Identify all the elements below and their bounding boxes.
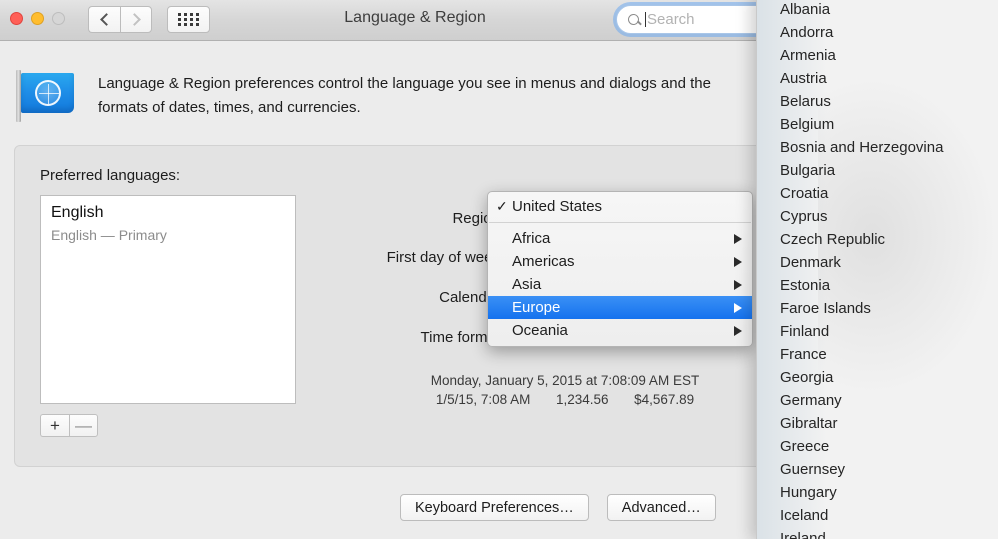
submenu-item[interactable]: France: [757, 343, 998, 366]
submenu-item[interactable]: Austria: [757, 67, 998, 90]
menu-item-oceania[interactable]: Oceania: [488, 319, 752, 342]
keyboard-preferences-button[interactable]: Keyboard Preferences…: [400, 494, 589, 521]
submenu-arrow-icon: [734, 302, 742, 313]
label-first-day-of-week: First day of week: [386, 249, 500, 266]
submenu-item[interactable]: Albania: [757, 0, 998, 21]
menu-separator: [489, 222, 751, 223]
advanced-button[interactable]: Advanced…: [606, 494, 716, 521]
submenu-arrow-icon: [734, 279, 742, 290]
submenu-arrow-icon: [734, 325, 742, 336]
submenu-item[interactable]: Guernsey: [757, 458, 998, 481]
format-preview-currency: $4,567.89: [634, 392, 695, 407]
format-preview: Monday, January 5, 2015 at 7:08:09 AM ES…: [315, 371, 815, 409]
submenu-item[interactable]: Bosnia and Herzegovina: [757, 136, 998, 159]
submenu-arrow-icon: [734, 256, 742, 267]
format-preview-number: 1,234.56: [555, 392, 609, 407]
add-language-button[interactable]: +: [40, 414, 69, 437]
system-preferences-window: Language & Region Search Language & Regi…: [0, 0, 998, 539]
menu-item-label: Africa: [512, 230, 551, 247]
preferences-description: Language & Region preferences control th…: [98, 75, 711, 116]
menu-item-united-states[interactable]: ✓ United States: [488, 195, 752, 218]
format-preview-short-date: 1/5/15, 7:08 AM: [435, 392, 531, 407]
menu-item-asia[interactable]: Asia: [488, 273, 752, 296]
region-popup-menu: ✓ United States Africa Americas Asia Eur…: [487, 191, 753, 347]
label-region: Region: [452, 210, 500, 227]
preferred-languages-label: Preferred languages:: [40, 167, 181, 184]
submenu-item[interactable]: Ireland: [757, 527, 998, 539]
menu-item-label: Europe: [512, 299, 561, 316]
add-remove-language-buttons: + —: [40, 414, 98, 437]
submenu-item[interactable]: Iceland: [757, 504, 998, 527]
submenu-item[interactable]: Croatia: [757, 182, 998, 205]
list-item-language-name[interactable]: English: [51, 204, 103, 222]
submenu-item[interactable]: Hungary: [757, 481, 998, 504]
submenu-item[interactable]: Armenia: [757, 44, 998, 67]
list-item-language-detail: English — Primary: [51, 227, 167, 243]
submenu-arrow-icon: [734, 233, 742, 244]
submenu-item[interactable]: Belarus: [757, 90, 998, 113]
submenu-item[interactable]: Bulgaria: [757, 159, 998, 182]
submenu-item[interactable]: Germany: [757, 389, 998, 412]
submenu-item[interactable]: Greece: [757, 435, 998, 458]
label-calendar: Calendar: [439, 289, 500, 306]
flag-cloth: [21, 73, 74, 113]
submenu-item[interactable]: Czech Republic: [757, 228, 998, 251]
remove-language-button[interactable]: —: [69, 414, 98, 437]
text-caret: [645, 12, 646, 27]
checkmark-icon: ✓: [496, 198, 508, 214]
menu-item-africa[interactable]: Africa: [488, 227, 752, 250]
submenu-item[interactable]: Georgia: [757, 366, 998, 389]
submenu-item[interactable]: Andorra: [757, 21, 998, 44]
menu-item-label: Asia: [512, 276, 542, 293]
search-icon: [628, 14, 639, 25]
bottom-button-row: Keyboard Preferences… Advanced…: [400, 494, 716, 521]
submenu-item[interactable]: Finland: [757, 320, 998, 343]
menu-item-americas[interactable]: Americas: [488, 250, 752, 273]
europe-country-submenu[interactable]: Albania Andorra Armenia Austria Belarus Belgi…: [756, 0, 998, 539]
submenu-item[interactable]: Gibraltar: [757, 412, 998, 435]
submenu-item[interactable]: Denmark: [757, 251, 998, 274]
preferred-languages-list[interactable]: English English — Primary: [40, 195, 296, 404]
menu-item-label: Oceania: [512, 322, 568, 339]
menu-item-label: United States: [512, 198, 603, 215]
submenu-item[interactable]: Estonia: [757, 274, 998, 297]
un-flag-icon: [16, 70, 74, 122]
submenu-item[interactable]: Cyprus: [757, 205, 998, 228]
format-preview-long-date: Monday, January 5, 2015 at 7:08:09 AM ES…: [430, 373, 700, 388]
submenu-item[interactable]: Faroe Islands: [757, 297, 998, 320]
search-placeholder: Search: [647, 11, 695, 28]
un-emblem: [35, 80, 61, 106]
menu-item-europe[interactable]: Europe: [488, 296, 752, 319]
menu-item-label: Americas: [512, 253, 575, 270]
submenu-item[interactable]: Belgium: [757, 113, 998, 136]
label-time-format: Time format: [420, 329, 500, 346]
